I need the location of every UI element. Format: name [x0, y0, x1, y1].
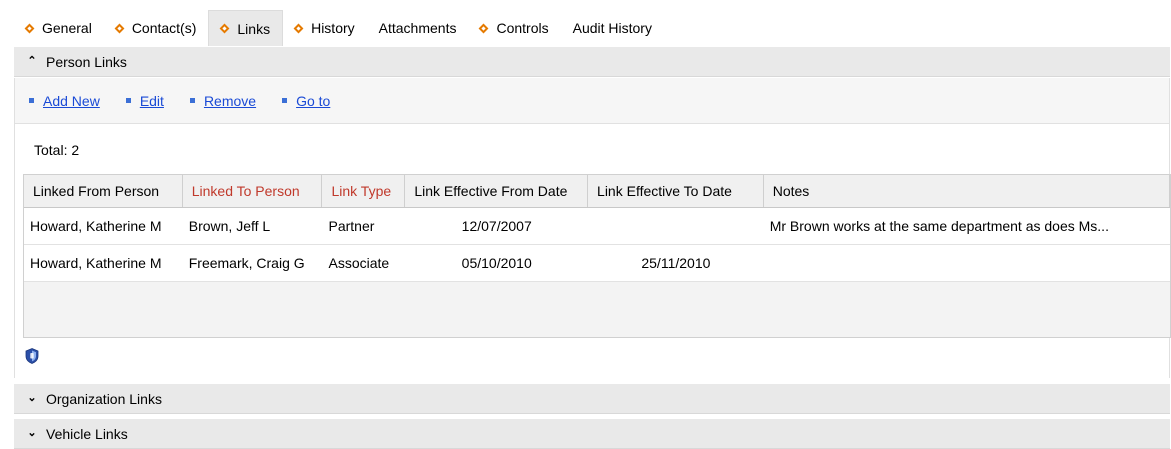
cell-linked-to: Freemark, Craig G [188, 255, 305, 271]
chevron-down-double-icon: ⌄ [27, 427, 37, 439]
tab-contacts[interactable]: Contact(s) [104, 10, 209, 46]
column-header-linked-to[interactable]: Linked To Person [183, 175, 323, 207]
tab-attachments[interactable]: Attachments [367, 10, 469, 46]
action-bar: Add New Edit Remove Go to [15, 78, 1169, 124]
edit-link[interactable]: Edit [125, 92, 164, 109]
square-bullet-icon [29, 98, 34, 103]
tab-links[interactable]: Links [208, 10, 284, 46]
tab-strip: General Contact(s) Links History Attachm… [14, 10, 664, 46]
section-title: Vehicle Links [46, 425, 128, 442]
cell-notes [764, 245, 1170, 281]
diamond-icon [479, 23, 489, 33]
chevron-down-double-icon: ⌄ [27, 392, 37, 404]
vehicle-links-header[interactable]: ⌄ Vehicle Links [14, 419, 1170, 449]
tab-label: History [311, 20, 355, 36]
diamond-icon [24, 23, 35, 33]
cell-effective-to [588, 208, 764, 244]
column-header-linked-from[interactable]: Linked From Person [24, 175, 183, 207]
cell-linked-from: Howard, Katherine M [30, 255, 162, 271]
person-links-panel: Add New Edit Remove Go to Total: 2 Linke… [14, 78, 1171, 378]
cell-link-type: Partner [328, 218, 375, 234]
person-links-header[interactable]: ⌃ Person Links [14, 47, 1170, 77]
action-label: Remove [203, 92, 257, 109]
tab-label: Audit History [572, 20, 652, 36]
action-label: Go to [296, 92, 331, 109]
tab-history[interactable]: History [283, 10, 367, 46]
organization-links-header[interactable]: ⌄ Organization Links [14, 384, 1170, 414]
cell-notes: Mr Brown works at the same department as… [769, 218, 1109, 234]
tab-label: Links [237, 20, 271, 37]
square-bullet-icon [189, 98, 195, 103]
grid-header-row: Linked From Person Linked To Person Link… [24, 175, 1170, 208]
shield-icon[interactable] [25, 348, 39, 364]
column-header-notes[interactable]: Notes [764, 175, 1170, 207]
square-bullet-icon [282, 98, 288, 103]
column-header-effective-from[interactable]: Link Effective From Date [405, 175, 589, 207]
cell-effective-to: 25/11/2010 [641, 255, 711, 271]
cell-effective-from: 05/10/2010 [461, 255, 532, 271]
section-title: Organization Links [46, 390, 162, 407]
go-to-link[interactable]: Go to [282, 93, 330, 109]
tab-label: Attachments [378, 20, 457, 36]
diamond-icon [114, 23, 125, 33]
cell-link-type: Associate [328, 255, 390, 271]
total-count: Total: 2 [34, 142, 80, 158]
remove-link[interactable]: Remove [189, 92, 257, 109]
column-header-effective-to[interactable]: Link Effective To Date [588, 175, 764, 207]
diamond-icon [293, 23, 304, 33]
tab-controls[interactable]: Controls [468, 10, 560, 46]
cell-linked-to: Brown, Jeff L [188, 218, 271, 234]
action-label: Add New [43, 92, 100, 109]
tab-general[interactable]: General [14, 10, 104, 46]
tab-label: Controls [496, 20, 549, 36]
column-header-link-type[interactable]: Link Type [322, 175, 406, 207]
cell-effective-from: 12/07/2007 [461, 218, 532, 234]
cell-linked-from: Howard, Katherine M [30, 218, 162, 234]
table-row[interactable]: Howard, Katherine M Brown, Jeff L Partne… [24, 208, 1170, 245]
action-label: Edit [139, 92, 164, 109]
tab-audit-history[interactable]: Audit History [561, 10, 664, 46]
square-bullet-icon [125, 98, 131, 103]
person-links-grid: Linked From Person Linked To Person Link… [23, 174, 1171, 338]
chevron-up-double-icon: ⌃ [27, 55, 37, 67]
diamond-icon [219, 23, 230, 34]
table-row[interactable]: Howard, Katherine M Freemark, Craig G As… [24, 245, 1170, 282]
tab-label: Contact(s) [131, 20, 197, 36]
tab-label: General [42, 20, 92, 36]
add-new-link[interactable]: Add New [29, 93, 100, 109]
section-title: Person Links [46, 53, 127, 70]
